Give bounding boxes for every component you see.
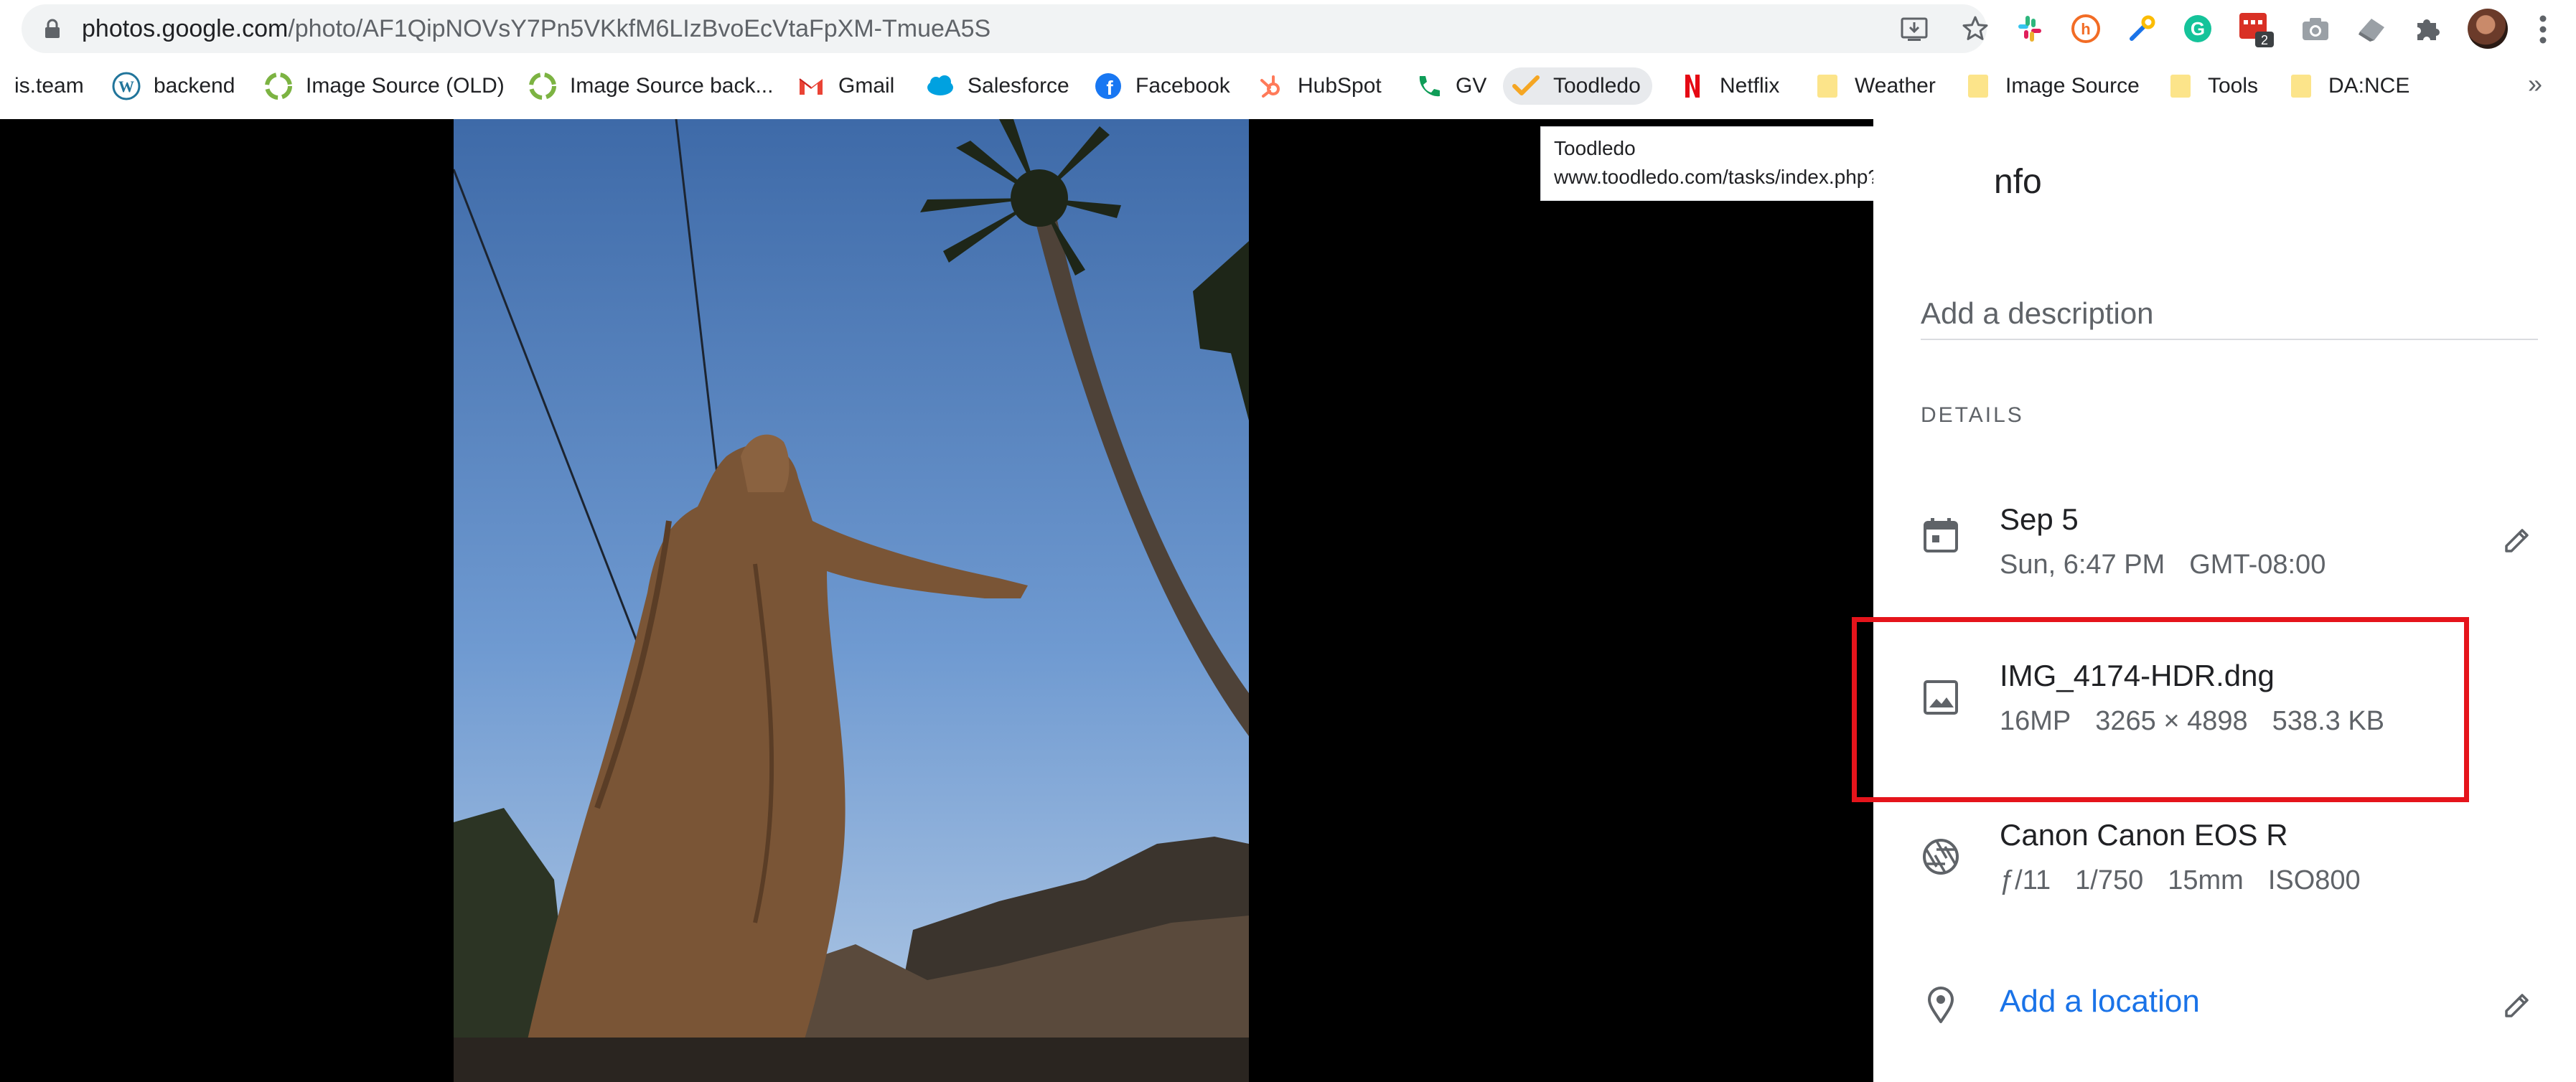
camera-aperture-icon bbox=[1923, 839, 1959, 875]
folder-icon bbox=[1968, 75, 1988, 98]
svg-text:f: f bbox=[1106, 77, 1113, 99]
camera-settings: ƒ/11 1/750 15mm ISO800 bbox=[2000, 865, 2385, 896]
add-location-link[interactable]: Add a location bbox=[2000, 984, 2200, 1020]
eraser-extension-icon[interactable] bbox=[2356, 13, 2387, 44]
bookmark-image-source-old[interactable]: Image Source (OLD) bbox=[264, 67, 505, 105]
bookmark-netflix[interactable]: Netflix bbox=[1678, 67, 1779, 105]
bookmark-label: Toodledo bbox=[1553, 74, 1641, 98]
camera-shutter: 1/750 bbox=[2075, 865, 2144, 895]
google-voice-icon bbox=[1419, 76, 1440, 97]
puzzle-extensions-icon[interactable] bbox=[2412, 13, 2443, 44]
bookmark-folder-tools[interactable]: Tools bbox=[2166, 67, 2258, 105]
photo-day-time: Sun, 6:47 PM bbox=[2000, 550, 2165, 580]
bookmark-folder-image-source[interactable]: Image Source bbox=[1964, 67, 2140, 105]
bookmarks-overflow-chevron[interactable]: » bbox=[2528, 69, 2542, 99]
svg-text:G: G bbox=[2191, 18, 2205, 39]
bookmark-label: Netflix bbox=[1720, 74, 1780, 98]
toodledo-check-icon bbox=[1512, 75, 1540, 95]
bookmark-label: GV bbox=[1456, 74, 1487, 98]
bookmark-label: Gmail bbox=[838, 74, 895, 98]
bookmark-folder-weather[interactable]: Weather bbox=[1813, 67, 1936, 105]
grammarly-extension-icon[interactable]: G bbox=[2182, 13, 2214, 44]
bookmark-label: Weather bbox=[1855, 74, 1936, 98]
folder-icon bbox=[2291, 75, 2311, 98]
file-size: 538.3 KB bbox=[2272, 706, 2385, 736]
photo-date: Sep 5 bbox=[2000, 502, 2079, 536]
salesforce-icon bbox=[927, 75, 953, 95]
bookmark-is-team[interactable]: is.team bbox=[14, 67, 84, 105]
browser-toolbar: photos.google.com/photo/AF1QipNOVsY7Pn5V… bbox=[0, 0, 2576, 57]
wordpress-icon: W bbox=[112, 72, 141, 100]
photo-statue-image[interactable] bbox=[454, 119, 1249, 1082]
bookmarks-bar: is.team W backend Image Source (OLD) Ima… bbox=[0, 57, 2576, 115]
calendar-extension-icon[interactable]: 2 bbox=[2238, 10, 2275, 47]
camera-aperture: ƒ/11 bbox=[2000, 865, 2051, 895]
url-path: /photo/AF1QipNOVsY7Pn5VKkfM6LIzBvoEcVtaF… bbox=[288, 15, 991, 42]
slack-extension-icon[interactable] bbox=[2014, 13, 2046, 44]
install-app-icon[interactable] bbox=[1901, 16, 1928, 43]
svg-text:W: W bbox=[118, 77, 134, 95]
bookmark-label: Image Source back... bbox=[570, 74, 774, 98]
bookmark-label: DA:NCE bbox=[2328, 74, 2410, 98]
description-input[interactable] bbox=[1921, 288, 2538, 340]
camera-extension-icon[interactable] bbox=[2300, 13, 2331, 44]
bookmark-label: Facebook bbox=[1135, 74, 1230, 98]
bookmark-hubspot[interactable]: HubSpot bbox=[1256, 67, 1382, 105]
bookmark-gv[interactable]: GV bbox=[1414, 67, 1486, 105]
camera-iso: ISO800 bbox=[2267, 865, 2361, 895]
facebook-icon: f bbox=[1095, 73, 1121, 99]
bookmark-label: is.team bbox=[14, 74, 84, 98]
location-pin-icon bbox=[1928, 987, 1954, 1023]
camera-focal-length: 15mm bbox=[2168, 865, 2244, 895]
tools-extension-icon[interactable] bbox=[2126, 13, 2158, 44]
gmail-icon bbox=[799, 78, 823, 95]
bookmark-image-source-back[interactable]: Image Source back... bbox=[528, 67, 773, 105]
bookmark-salesforce[interactable]: Salesforce bbox=[926, 67, 1069, 105]
url-text[interactable]: photos.google.com/photo/AF1QipNOVsY7Pn5V… bbox=[82, 16, 990, 42]
edit-date-pencil-icon[interactable] bbox=[2501, 524, 2534, 557]
info-panel: nfo DETAILS Sep 5 Sun, 6:47 PMGMT-08:00 … bbox=[1873, 119, 2576, 1082]
more-vert-icon[interactable] bbox=[2532, 13, 2554, 46]
calendar-icon bbox=[1924, 518, 1958, 552]
bookmark-label: Image Source bbox=[2005, 74, 2140, 98]
bookmark-label: backend bbox=[154, 74, 235, 98]
file-details: 16MP 3265 × 4898 538.3 KB bbox=[2000, 706, 2409, 737]
image-source-icon bbox=[265, 72, 292, 100]
camera-model: Canon Canon EOS R bbox=[2000, 818, 2288, 852]
netflix-icon bbox=[1685, 75, 1700, 98]
image-source-icon bbox=[529, 72, 556, 100]
hubspot-icon bbox=[1260, 75, 1280, 98]
edit-location-pencil-icon[interactable] bbox=[2501, 989, 2534, 1022]
extension-badge: 2 bbox=[2261, 33, 2268, 47]
bookmark-folder-dance[interactable]: DA:NCE bbox=[2287, 67, 2409, 105]
url-host: photos.google.com bbox=[82, 15, 289, 42]
folder-icon bbox=[2170, 75, 2191, 98]
bookmark-toodledo[interactable]: Toodledo bbox=[1503, 67, 1652, 105]
bookmark-star-icon[interactable] bbox=[1961, 14, 1990, 43]
photo-timezone: GMT-08:00 bbox=[2189, 550, 2326, 580]
bookmark-backend[interactable]: W backend bbox=[112, 67, 235, 105]
file-dimensions: 3265 × 4898 bbox=[2095, 706, 2248, 736]
bookmark-label: Tools bbox=[2208, 74, 2259, 98]
profile-avatar[interactable] bbox=[2468, 9, 2508, 49]
lock-icon[interactable] bbox=[45, 19, 60, 39]
folder-icon bbox=[1817, 75, 1837, 98]
bookmark-label: Salesforce bbox=[968, 74, 1069, 98]
svg-text:h: h bbox=[2081, 20, 2090, 38]
photo-datetime-details: Sun, 6:47 PM GMT-08:00 bbox=[2000, 550, 2350, 580]
file-name: IMG_4174-HDR.dng bbox=[2000, 659, 2275, 692]
info-panel-title: nfo bbox=[1994, 163, 2042, 201]
file-megapixels: 16MP bbox=[2000, 706, 2071, 736]
bookmark-label: Image Source (OLD) bbox=[306, 74, 505, 98]
bookmark-gmail[interactable]: Gmail bbox=[797, 67, 894, 105]
details-heading: DETAILS bbox=[1921, 403, 2024, 427]
image-file-icon bbox=[1924, 680, 1958, 715]
bookmark-label: HubSpot bbox=[1298, 74, 1382, 98]
photo-viewer[interactable] bbox=[0, 119, 1873, 1082]
bookmark-facebook[interactable]: f Facebook bbox=[1094, 67, 1230, 105]
address-bar[interactable]: photos.google.com/photo/AF1QipNOVsY7Pn5V… bbox=[22, 4, 1990, 53]
honey-extension-icon[interactable]: h bbox=[2070, 13, 2102, 44]
